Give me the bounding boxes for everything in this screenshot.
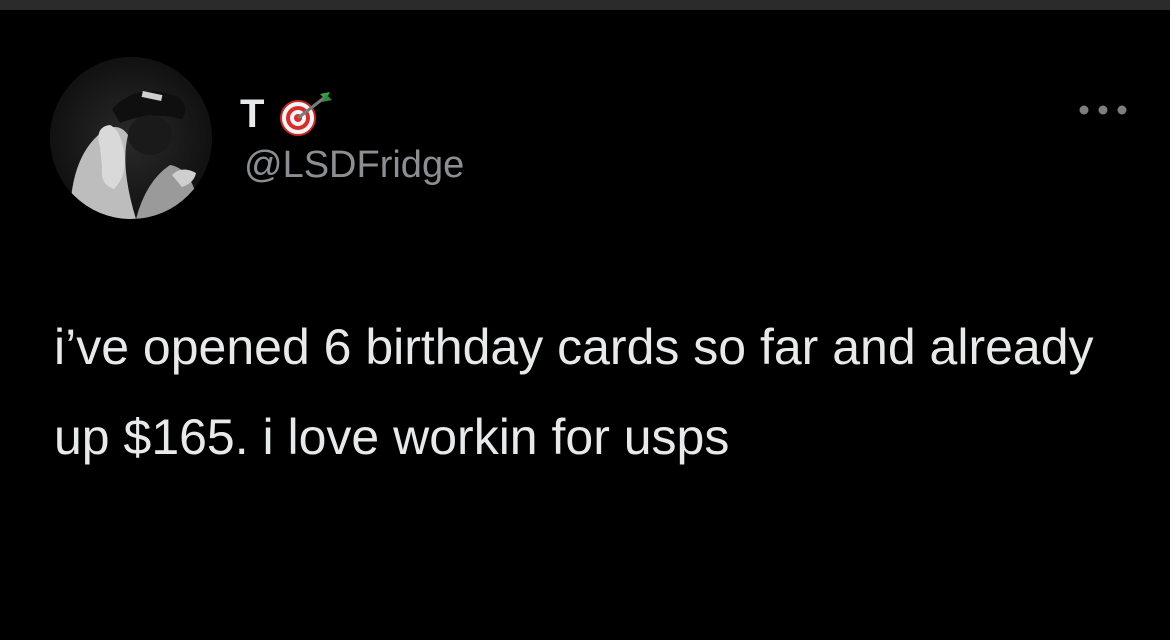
avatar-image [50, 57, 212, 219]
direct-hit-dart-icon [278, 90, 334, 138]
display-name[interactable]: T [240, 94, 264, 134]
top-divider [0, 0, 1170, 10]
tweet-card: T @LSDFridge i’ve opened 6 birthday card… [0, 10, 1170, 640]
more-options-icon[interactable] [1076, 98, 1130, 122]
user-handle[interactable]: @LSDFridge [244, 146, 464, 184]
name-row: T [240, 90, 334, 138]
avatar[interactable] [50, 57, 212, 219]
tweet-text: i’ve opened 6 birthday cards so far and … [54, 319, 1108, 465]
